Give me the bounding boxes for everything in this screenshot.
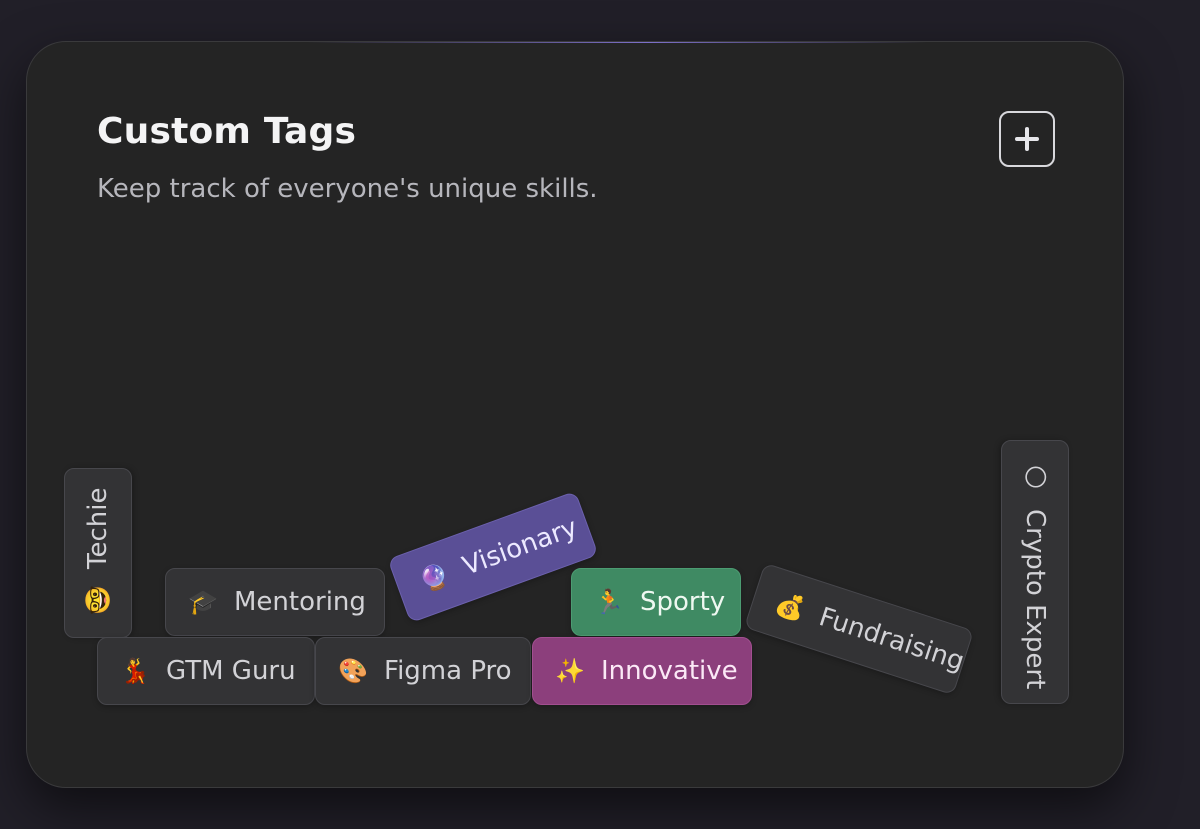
- tag-label: GTM Guru: [166, 656, 296, 686]
- moon-icon: 🌕: [1021, 464, 1049, 490]
- tag-label: Innovative: [601, 656, 738, 686]
- runner-icon: 🏃: [594, 588, 624, 616]
- tag-sporty[interactable]: 🏃 Sporty: [571, 568, 741, 636]
- crystal-ball-icon: 🔮: [415, 559, 454, 597]
- dancer-icon: 💃: [120, 657, 150, 685]
- custom-tags-card: Custom Tags Keep track of everyone's uni…: [26, 41, 1124, 788]
- plus-icon: [1015, 127, 1039, 151]
- tag-label: Figma Pro: [384, 656, 512, 686]
- card-title: Custom Tags: [97, 111, 357, 152]
- tag-techie[interactable]: 🤓 Techie: [64, 468, 132, 638]
- tag-label: Fundraising: [815, 602, 968, 678]
- tag-crypto-expert[interactable]: 🌕 Crypto Expert: [1001, 440, 1069, 704]
- nerd-face-icon: 🤓: [84, 585, 112, 615]
- graduation-cap-icon: 🎓: [188, 588, 218, 616]
- card-subtitle: Keep track of everyone's unique skills.: [97, 174, 598, 204]
- tag-innovative[interactable]: ✨ Innovative: [532, 637, 752, 705]
- tag-fundraising[interactable]: 💰 Fundraising: [743, 562, 975, 696]
- palette-icon: 🎨: [338, 657, 368, 685]
- card-top-glow: [307, 42, 927, 43]
- add-tag-button[interactable]: [999, 111, 1055, 167]
- tag-label: Techie: [83, 487, 113, 569]
- tag-label: Mentoring: [234, 587, 366, 617]
- tag-visionary[interactable]: 🔮 Visionary: [387, 490, 599, 624]
- tag-label: Visionary: [458, 512, 582, 582]
- tag-mentoring[interactable]: 🎓 Mentoring: [165, 568, 385, 636]
- money-bag-icon: 💰: [771, 588, 810, 625]
- tag-label: Crypto Expert: [1020, 509, 1050, 690]
- tag-figma-pro[interactable]: 🎨 Figma Pro: [315, 637, 531, 705]
- tag-label: Sporty: [640, 587, 726, 617]
- sparkles-icon: ✨: [555, 657, 585, 685]
- tag-gtm-guru[interactable]: 💃 GTM Guru: [97, 637, 315, 705]
